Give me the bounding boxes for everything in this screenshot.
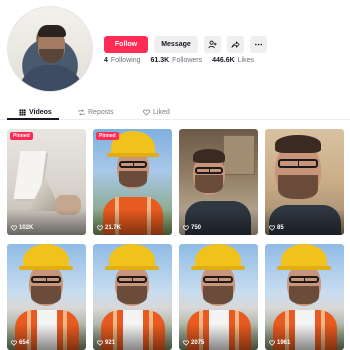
pinned-badge: Pinned	[96, 132, 119, 140]
heart-outline-icon	[97, 225, 103, 231]
heart-outline-icon	[269, 225, 275, 231]
video-tile[interactable]: 85	[265, 129, 344, 235]
view-count-value: 21.7K	[105, 225, 122, 231]
view-count: 85	[269, 225, 284, 231]
share-button[interactable]	[227, 36, 244, 53]
tab-liked[interactable]: Liked	[143, 105, 170, 120]
view-count: 750	[183, 225, 201, 231]
view-count-value: 102K	[19, 225, 34, 231]
message-button[interactable]: Message	[154, 36, 198, 53]
view-count: 921	[97, 340, 115, 346]
profile-actions: Follow Message	[104, 36, 267, 53]
following-label: Following	[110, 57, 141, 64]
tab-reposts-label: Reposts	[88, 109, 114, 116]
video-tile[interactable]: 750	[179, 129, 258, 235]
add-friend-icon	[208, 40, 217, 49]
grid-icon	[19, 109, 26, 116]
video-tile[interactable]: 921	[93, 244, 172, 350]
view-count: 654	[11, 340, 29, 346]
profile-header: Follow Message 4 Following 61.3K Followe…	[0, 0, 350, 100]
share-icon	[231, 41, 240, 48]
heart-outline-icon	[97, 340, 103, 346]
view-count: 2075	[183, 340, 204, 346]
heart-outline-icon	[11, 225, 17, 231]
repost-icon	[78, 109, 85, 116]
view-count-value: 85	[277, 225, 284, 231]
view-count: 102K	[11, 225, 33, 231]
heart-outline-icon	[143, 109, 150, 116]
video-tile[interactable]: Pinned 102K	[7, 129, 86, 235]
pinned-badge: Pinned	[10, 132, 33, 140]
video-tile[interactable]: 2075	[179, 244, 258, 350]
video-tile[interactable]: Pinned 21.7K	[93, 129, 172, 235]
avatar[interactable]	[7, 6, 93, 92]
heart-outline-icon	[11, 340, 17, 346]
view-count: 21.7K	[97, 225, 121, 231]
view-count-value: 921	[105, 340, 116, 346]
heart-outline-icon	[183, 225, 189, 231]
active-tab-indicator	[7, 118, 59, 120]
likes-label: Likes	[237, 57, 255, 64]
add-friend-button[interactable]	[204, 36, 221, 53]
likes-count: 446.6K	[212, 57, 235, 64]
more-button[interactable]	[250, 36, 267, 53]
followers-count[interactable]: 61.3K	[150, 57, 169, 64]
profile-stats: 4 Following 61.3K Followers 446.6K Likes	[104, 57, 264, 64]
view-count-value: 654	[19, 340, 30, 346]
profile-tabs: Videos Reposts Liked	[0, 100, 350, 120]
tab-liked-label: Liked	[153, 109, 170, 116]
view-count-value: 2075	[191, 340, 205, 346]
more-icon	[254, 43, 263, 46]
view-count-value: 750	[191, 225, 202, 231]
tab-reposts[interactable]: Reposts	[78, 105, 114, 120]
follow-button[interactable]: Follow	[104, 36, 148, 53]
heart-outline-icon	[183, 340, 189, 346]
video-tile[interactable]: 1961	[265, 244, 344, 350]
heart-outline-icon	[269, 340, 275, 346]
following-count[interactable]: 4	[104, 57, 108, 64]
view-count-value: 1961	[277, 340, 291, 346]
view-count: 1961	[269, 340, 290, 346]
tab-videos-label: Videos	[29, 109, 52, 116]
video-tile[interactable]: 654	[7, 244, 86, 350]
followers-label: Followers	[172, 57, 203, 64]
